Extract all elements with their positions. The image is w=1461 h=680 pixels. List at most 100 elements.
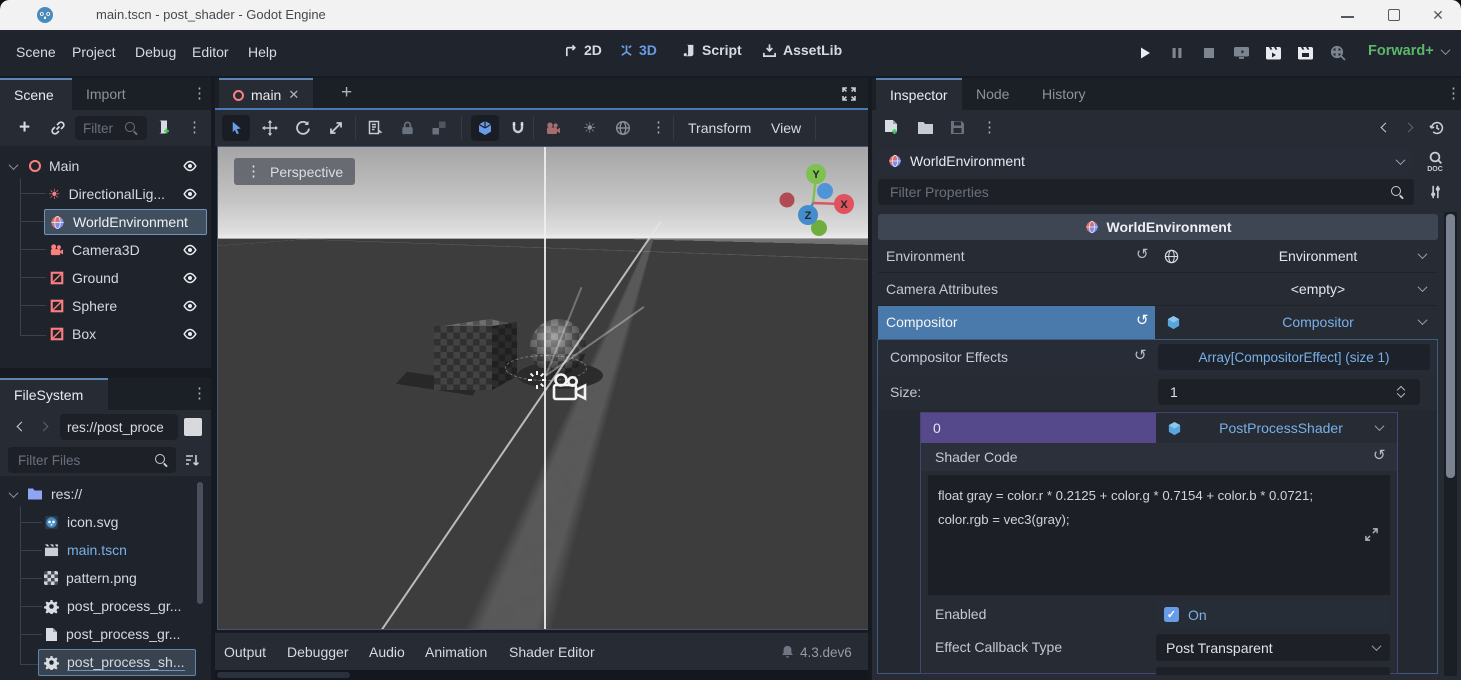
chevron-down-icon[interactable]: [1418, 282, 1428, 292]
filesystem-path-input[interactable]: [60, 414, 178, 440]
tree-node-box[interactable]: Box: [0, 320, 211, 348]
tree-node-sphere[interactable]: Sphere: [0, 292, 211, 320]
array-item-header[interactable]: 0 PostProcessShader: [921, 413, 1397, 443]
visibility-icon[interactable]: [182, 298, 198, 314]
compositor-value[interactable]: Compositor: [1218, 314, 1418, 330]
close-button[interactable]: ✕: [1426, 3, 1450, 27]
perspective-menu[interactable]: ⋮ Perspective: [234, 158, 355, 185]
tab-script[interactable]: Script: [682, 42, 742, 58]
enabled-value[interactable]: ✓ On: [1156, 601, 1390, 628]
history-icon[interactable]: [1429, 120, 1445, 136]
property-tools-icon[interactable]: [1428, 184, 1443, 200]
play-scene-button[interactable]: [1265, 45, 1282, 61]
scene-filter-input[interactable]: [81, 120, 125, 137]
minimize-button[interactable]: [1336, 3, 1360, 27]
menu-view[interactable]: View: [771, 120, 801, 136]
visibility-icon[interactable]: [182, 158, 198, 174]
filter-properties-input[interactable]: [888, 183, 1328, 201]
close-tab-icon[interactable]: ✕: [288, 87, 299, 103]
bottom-tab-shader-editor[interactable]: Shader Editor: [509, 644, 595, 660]
effect-callback-dropdown[interactable]: Post Transparent: [1156, 634, 1390, 661]
pause-button[interactable]: [1171, 47, 1183, 59]
open-docs-icon[interactable]: DOC: [1424, 149, 1446, 173]
visibility-icon[interactable]: [182, 242, 198, 258]
add-node-button[interactable]: +: [19, 117, 30, 139]
tab-import-dock[interactable]: Import: [72, 78, 140, 110]
remote-debug-icon[interactable]: [1233, 45, 1250, 61]
save-icon[interactable]: [950, 120, 965, 135]
menu-project[interactable]: Project: [72, 44, 116, 60]
tab-node[interactable]: Node: [962, 78, 1023, 110]
node-selector[interactable]: WorldEnvironment: [878, 148, 1414, 174]
tab-3d[interactable]: 3D: [619, 42, 657, 58]
movie-maker-icon[interactable]: [1330, 45, 1347, 62]
play-custom-scene-button[interactable]: [1297, 45, 1314, 61]
nav-back-icon[interactable]: [17, 422, 27, 432]
axis-gizmo[interactable]: Y X Z: [771, 161, 861, 241]
tree-node-worldenvironment[interactable]: WorldEnvironment: [0, 208, 211, 236]
preview-environment-icon[interactable]: [615, 120, 631, 136]
revert-icon[interactable]: ↺: [1373, 448, 1386, 463]
tree-node-main[interactable]: Main: [0, 152, 211, 180]
revert-icon[interactable]: ↺: [1134, 348, 1147, 363]
chevron-down-icon[interactable]: [1375, 421, 1385, 431]
environment-value[interactable]: Environment: [1218, 248, 1418, 264]
file-row-icon-svg[interactable]: icon.svg: [0, 508, 200, 536]
play-button[interactable]: [1138, 46, 1152, 60]
property-row-compositor[interactable]: Compositor ↺ Compositor: [878, 306, 1438, 339]
inspector-scrollbar-thumb[interactable]: [1446, 214, 1455, 478]
menu-help[interactable]: Help: [248, 44, 277, 60]
rotate-tool-icon[interactable]: [295, 120, 311, 136]
array-item-type[interactable]: PostProcessShader: [1201, 420, 1361, 436]
filesystem-filter-input[interactable]: [16, 452, 136, 469]
file-row-main-tscn[interactable]: main.tscn: [0, 536, 200, 564]
camera-preview-icon[interactable]: [545, 121, 561, 136]
maximize-button[interactable]: [1382, 3, 1406, 27]
tree-node-directionallight[interactable]: ☀ DirectionalLig...: [0, 180, 211, 208]
inspector-tools-menu-icon[interactable]: ⋮: [982, 120, 997, 135]
filter-properties-box[interactable]: [878, 179, 1414, 205]
property-row-compositor-effects[interactable]: Compositor Effects ↺ Array[CompositorEff…: [878, 340, 1437, 374]
dock-gutter-right[interactable]: [868, 78, 872, 680]
new-tab-button[interactable]: +: [341, 82, 352, 104]
split-mode-button[interactable]: [184, 418, 202, 436]
size-spinbox[interactable]: 1: [1158, 379, 1420, 405]
chevron-down-icon[interactable]: [1418, 315, 1428, 325]
select-tool-icon[interactable]: [229, 120, 244, 136]
instance-scene-icon[interactable]: [50, 120, 66, 136]
local-space-icon[interactable]: [477, 120, 493, 136]
load-resource-folder-icon[interactable]: [917, 121, 934, 135]
tab-history[interactable]: History: [1028, 78, 1100, 110]
attach-script-icon[interactable]: [154, 119, 171, 136]
history-back-icon[interactable]: [1381, 123, 1391, 133]
nav-forward-icon[interactable]: [39, 422, 49, 432]
filesystem-menu-icon[interactable]: ⋮: [192, 386, 207, 401]
bottom-tab-output[interactable]: Output: [224, 644, 266, 660]
lock-icon[interactable]: [400, 120, 415, 136]
shader-code-editor[interactable]: float gray = color.r * 0.2125 + color.g …: [928, 475, 1390, 595]
snap-icon[interactable]: [510, 120, 526, 136]
scene-filter-box[interactable]: [75, 116, 147, 140]
compositor-effects-array-button[interactable]: Array[CompositorEffect] (size 1): [1158, 344, 1430, 370]
group-icon[interactable]: [431, 120, 447, 136]
file-row-pattern-png[interactable]: pattern.png: [0, 564, 200, 592]
visibility-icon[interactable]: [182, 270, 198, 286]
tab-filesystem[interactable]: FileSystem: [0, 378, 108, 410]
tree-node-camera3d[interactable]: Camera3D: [0, 236, 211, 264]
new-resource-icon[interactable]: [884, 119, 899, 136]
expand-viewport-icon[interactable]: [841, 86, 857, 102]
collapse-icon[interactable]: [9, 160, 19, 170]
inspector-dock-menu-icon[interactable]: ⋮: [1446, 86, 1461, 101]
viewport-menu-icon[interactable]: ⋮: [651, 120, 666, 135]
collapse-icon[interactable]: [9, 488, 19, 498]
property-row-environment[interactable]: Environment ↺ Environment: [878, 240, 1438, 273]
bottom-tab-debugger[interactable]: Debugger: [287, 644, 349, 660]
menu-transform[interactable]: Transform: [688, 120, 751, 136]
property-row-camera-attributes[interactable]: Camera Attributes <empty>: [878, 273, 1438, 306]
expand-code-icon[interactable]: [1364, 527, 1379, 542]
menu-scene[interactable]: Scene: [16, 44, 56, 60]
revert-icon[interactable]: ↺: [1136, 247, 1149, 262]
dock-gutter-horizontal[interactable]: [0, 368, 211, 378]
menu-editor[interactable]: Editor: [192, 44, 229, 60]
filesystem-filter-box[interactable]: [8, 447, 176, 473]
